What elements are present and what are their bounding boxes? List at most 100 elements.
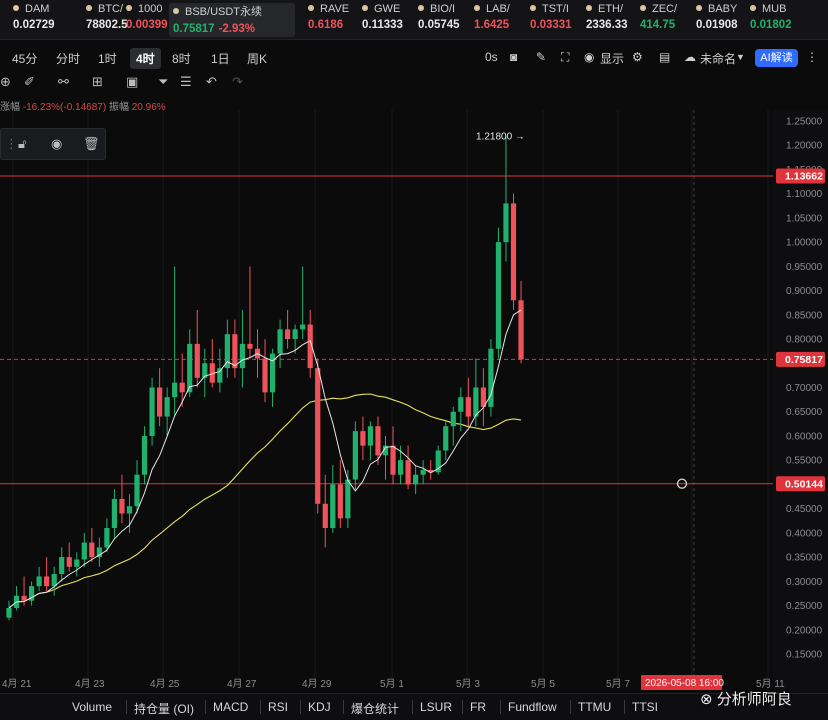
display-button[interactable]: 显示 bbox=[600, 50, 624, 67]
indicator-tab[interactable]: FR bbox=[470, 700, 486, 714]
timeframe-bar: 0s ◙ ✎ ⛶ ◉ 显示 ⚙ ▤ ☁ 未命名 ▼ ⋮ 45分 分时 1时 4时 8时 1… bbox=[0, 44, 828, 70]
ticker-item[interactable]: TST/I 0.03331 bbox=[530, 3, 582, 37]
ticker-item[interactable]: BTC/78802.5 bbox=[86, 3, 128, 37]
ticker-symbol: BTC/ bbox=[86, 3, 123, 15]
unlock-icon[interactable]: 🔓︎ bbox=[18, 136, 26, 152]
x-tick-label: 4月 25 bbox=[150, 678, 180, 690]
timeframe-tab[interactable]: 45分 bbox=[6, 48, 43, 69]
candle-body bbox=[89, 542, 95, 558]
eye-icon[interactable]: ◉ bbox=[51, 136, 62, 152]
ticker-item[interactable]: MUB 0.01802 bbox=[750, 3, 810, 37]
drawing-float-toolbar: ⋮ 🔓︎ ◉ 🗑︎ bbox=[0, 128, 106, 160]
ticker-symbol: ZEC/ bbox=[640, 3, 692, 15]
indicator-tab[interactable]: RSI bbox=[268, 700, 288, 714]
ticker-symbol: DAM bbox=[13, 3, 83, 15]
coin-icon bbox=[418, 5, 424, 11]
coin-icon bbox=[474, 5, 480, 11]
zoom-icon[interactable]: ⊕ bbox=[0, 74, 11, 90]
candle-body bbox=[262, 358, 268, 393]
indicator-tab[interactable]: MACD bbox=[213, 700, 248, 714]
candlestick-chart[interactable]: 1.250001.200001.150001.100001.050001.000… bbox=[0, 110, 828, 693]
zero-label[interactable]: 0s bbox=[485, 50, 498, 64]
drawing-list-icon[interactable]: ☰ bbox=[180, 74, 192, 90]
price-line-label: 1.13662 bbox=[785, 171, 823, 183]
candle-body bbox=[149, 387, 155, 436]
timeframe-tab[interactable]: 1时 bbox=[92, 48, 123, 69]
y-tick-label: 1.20000 bbox=[786, 141, 823, 152]
brush-icon[interactable]: ✐ bbox=[24, 74, 35, 90]
candle-body bbox=[126, 506, 133, 514]
indicator-tab[interactable]: TTSI bbox=[632, 700, 658, 714]
y-tick-label: 0.65000 bbox=[786, 407, 823, 418]
timeframe-tab[interactable]: 8时 bbox=[166, 48, 197, 69]
y-tick-label: 0.20000 bbox=[786, 625, 823, 636]
candle-body bbox=[495, 242, 502, 349]
ticker-item[interactable]: ZEC/414.75 bbox=[640, 3, 692, 37]
layout-name-dropdown[interactable]: 未命名 bbox=[700, 50, 736, 67]
ticker-item[interactable]: 1000 0.00399 bbox=[126, 3, 170, 37]
coin-icon bbox=[86, 5, 92, 11]
ticker-item[interactable]: BABY 0.01908 bbox=[696, 3, 748, 37]
timeframe-tab[interactable]: 分时 bbox=[50, 48, 86, 69]
candle-body bbox=[375, 426, 381, 456]
ticker-item[interactable]: GWE 0.11333 bbox=[362, 3, 414, 37]
candle-body bbox=[194, 343, 200, 378]
chevron-down-icon[interactable]: ▼ bbox=[736, 52, 745, 62]
candle-body bbox=[232, 334, 238, 369]
y-tick-label: 1.05000 bbox=[786, 213, 823, 224]
y-tick-label: 0.55000 bbox=[786, 456, 823, 467]
candle-body bbox=[247, 343, 253, 349]
indicator-icon[interactable]: ▣ bbox=[126, 74, 138, 90]
candle-body bbox=[104, 528, 110, 548]
indicator-tab[interactable]: Volume bbox=[72, 700, 112, 714]
indicator-tab[interactable]: LSUR bbox=[420, 700, 452, 714]
timeframe-tab[interactable]: 4时 bbox=[130, 48, 161, 69]
ticker-item[interactable]: ETH/2336.33 bbox=[586, 3, 636, 37]
ticker-item[interactable]: BSB/USDT永续 0.75817 -2.93% bbox=[169, 3, 295, 37]
ticker-item[interactable]: BIO/I 0.05745 bbox=[418, 3, 470, 37]
cloud-icon[interactable]: ☁ bbox=[684, 50, 696, 64]
drag-handle-icon[interactable]: ⋮ bbox=[5, 136, 18, 152]
watermark: ⊗ 分析师阿良 bbox=[700, 691, 792, 708]
indicator-tab[interactable]: 持仓量 (OI) bbox=[134, 700, 194, 717]
ticker-item[interactable]: DAM 0.02729 bbox=[13, 3, 83, 37]
candle-body bbox=[141, 435, 148, 475]
timeframe-tab[interactable]: 周K bbox=[241, 48, 273, 69]
settings-icon[interactable]: ⚙ bbox=[632, 50, 643, 64]
trash-icon[interactable]: 🗑︎ bbox=[83, 136, 100, 152]
undo-icon[interactable]: ↶ bbox=[206, 74, 217, 90]
drawing-toolbar: ⊕ ✐ ⚯ ⊞ ▣ ⏷ ☰ ↶ ↷ bbox=[0, 72, 828, 94]
pencil-icon[interactable]: ✎ bbox=[536, 50, 546, 64]
ai-interpret-button[interactable]: AI解读 bbox=[755, 49, 798, 67]
candle-body bbox=[51, 574, 57, 587]
x-tick-label: 5月 3 bbox=[456, 678, 480, 690]
indicator-tab[interactable]: 爆仓统计 bbox=[351, 700, 399, 717]
formula-icon[interactable]: ⊞ bbox=[92, 74, 103, 90]
coin-icon bbox=[308, 5, 314, 11]
more-icon[interactable]: ⋮ bbox=[806, 50, 818, 64]
ticker-item[interactable]: RAVE 0.6186 bbox=[308, 3, 358, 37]
y-tick-label: 0.60000 bbox=[786, 431, 823, 442]
ticker-item[interactable]: LAB/1.6425 bbox=[474, 3, 526, 37]
indicator-tab[interactable]: TTMU bbox=[578, 700, 611, 714]
ticker-price: 0.6186 bbox=[308, 19, 344, 31]
redo-icon[interactable]: ↷ bbox=[232, 74, 243, 90]
timeframe-tab[interactable]: 1日 bbox=[205, 48, 236, 69]
link-icon[interactable]: ⚯ bbox=[58, 74, 69, 90]
candle-body bbox=[172, 382, 178, 398]
candle-body bbox=[330, 484, 336, 529]
ticker-price: 2336.33 bbox=[586, 19, 628, 31]
coin-icon bbox=[750, 5, 756, 11]
candle-body bbox=[420, 469, 426, 475]
ticker-price: 78802.5 bbox=[86, 19, 128, 31]
eye-icon[interactable]: ◉ bbox=[584, 50, 594, 64]
y-tick-label: 0.40000 bbox=[786, 528, 823, 539]
y-tick-label: 1.25000 bbox=[786, 117, 823, 128]
indicator-tab[interactable]: Fundflow bbox=[508, 700, 557, 714]
layout-icon[interactable]: ▤ bbox=[659, 50, 670, 64]
filter-icon[interactable]: ⏷ bbox=[158, 74, 168, 90]
camera-icon[interactable]: ◙ bbox=[510, 50, 517, 64]
indicator-tab[interactable]: KDJ bbox=[308, 700, 331, 714]
x-tick-label: 4月 23 bbox=[75, 678, 105, 690]
fullscreen-icon[interactable]: ⛶ bbox=[561, 50, 569, 65]
